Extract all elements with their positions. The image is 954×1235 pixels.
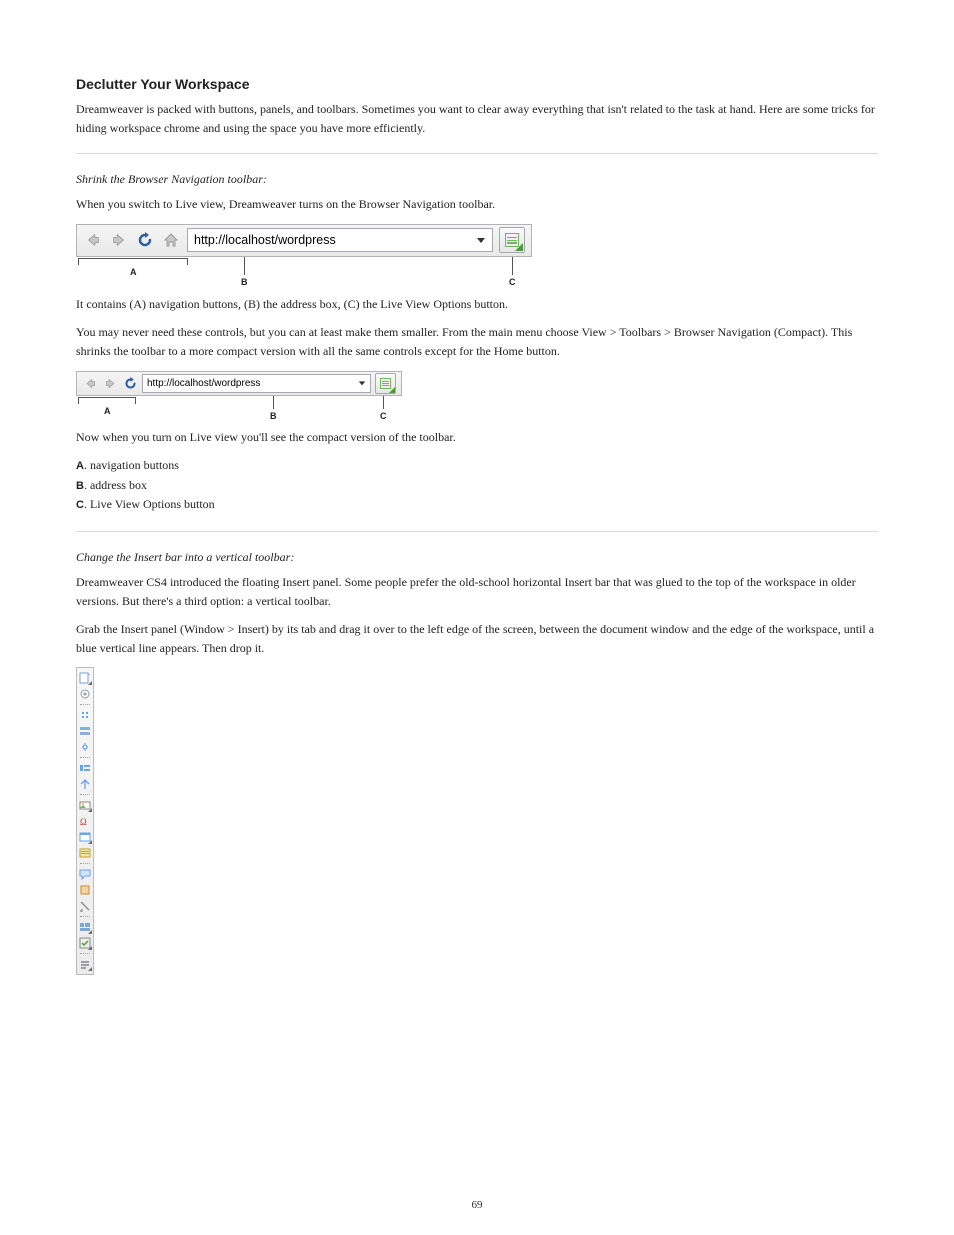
named-anchor-button[interactable] [77, 707, 93, 723]
forward-arrow-icon [105, 378, 116, 389]
callout-label-a-large: A [130, 267, 137, 277]
callouts-large: A B C [76, 257, 532, 287]
table-icon [79, 741, 91, 753]
reload-icon [124, 377, 137, 390]
dropdown-corner-icon [88, 946, 92, 950]
insert-div-icon [79, 762, 91, 774]
home-button[interactable] [161, 230, 181, 250]
subhead-insert-bar: Change the Insert bar into a vertical to… [76, 550, 878, 565]
section-heading-declutter: Declutter Your Workspace [76, 76, 878, 92]
email-link-icon [79, 688, 91, 700]
callout-label-b-large: B [241, 277, 248, 287]
compact-reload-button[interactable] [122, 375, 138, 391]
insert-div-button[interactable] [77, 760, 93, 776]
forward-arrow-icon [112, 233, 126, 247]
dropdown-corner-icon [88, 930, 92, 934]
browser-toolbar-large: http://localhost/wordpress [76, 224, 532, 257]
templates-button[interactable] [77, 919, 93, 935]
script-icon [79, 900, 91, 912]
address-dropdown-icon[interactable] [476, 235, 486, 245]
widget-button[interactable]: Ω [77, 813, 93, 829]
forward-button[interactable] [109, 230, 129, 250]
paragraph-browser-bar-1: When you switch to Live view, Dreamweave… [76, 195, 878, 214]
insert-vertical-toolbar: Ω [76, 667, 94, 975]
dropdown-corner-icon [88, 967, 92, 971]
paragraph-browser-bar-3: Now when you turn on Live view you'll se… [76, 428, 878, 447]
reload-icon [137, 232, 153, 248]
comment-icon [79, 868, 91, 880]
named-anchor-icon [79, 709, 91, 721]
compact-back-button[interactable] [82, 375, 98, 391]
separator-2 [76, 531, 878, 532]
images-icon [79, 778, 91, 790]
callout-label-a-compact: A [104, 406, 111, 416]
page-number: 69 [0, 1199, 954, 1211]
svg-text:Ω: Ω [80, 817, 87, 827]
comment-button[interactable] [77, 866, 93, 882]
figure-browser-toolbar-large: http://localhost/wordpress A B C [76, 224, 878, 287]
head-button[interactable] [77, 882, 93, 898]
address-dropdown-icon[interactable] [358, 379, 366, 387]
home-icon [163, 232, 179, 248]
paragraph-insert-bar-1: Dreamweaver CS4 introduced the floating … [76, 573, 878, 610]
back-arrow-icon [85, 378, 96, 389]
horizontal-rule-icon [79, 725, 91, 737]
reload-button[interactable] [135, 230, 155, 250]
dropdown-corner-icon [88, 681, 92, 685]
email-link-button[interactable] [77, 686, 93, 702]
table-button[interactable] [77, 739, 93, 755]
paragraph-declutter: Dreamweaver is packed with buttons, pane… [76, 100, 878, 137]
more-button[interactable] [77, 956, 93, 972]
address-value-compact: http://localhost/wordpress [147, 378, 260, 389]
caption-large-toolbar: It contains (A) navigation buttons, (B) … [76, 295, 878, 314]
head-icon [79, 884, 91, 896]
figure-browser-toolbar-small: http://localhost/wordpress A B C [76, 371, 878, 420]
server-side-include-icon [79, 847, 91, 859]
script-button[interactable] [77, 898, 93, 914]
callout-label-c-large: C [509, 277, 516, 287]
widget-icon: Ω [79, 815, 91, 827]
browser-toolbar-compact: http://localhost/wordpress [76, 371, 402, 396]
tag-chooser-button[interactable] [77, 935, 93, 951]
subhead-browser-bar: Shrink the Browser Navigation toolbar: [76, 172, 878, 187]
images-button[interactable] [77, 776, 93, 792]
dropdown-corner-icon [88, 808, 92, 812]
server-side-include-button[interactable] [77, 845, 93, 861]
live-view-options-button-large[interactable] [499, 227, 525, 253]
live-view-options-button-compact[interactable] [375, 373, 396, 394]
dropdown-corner-icon [88, 840, 92, 844]
figure-vertical-insert-toolbar: Ω [76, 667, 878, 975]
callout-label-b-compact: B [270, 411, 277, 421]
callout-label-c-compact: C [380, 411, 387, 421]
compact-forward-button[interactable] [102, 375, 118, 391]
horizontal-rule-button[interactable] [77, 723, 93, 739]
hyperlink-button[interactable] [77, 670, 93, 686]
paragraph-insert-bar-2: Grab the Insert panel (Window > Insert) … [76, 620, 878, 657]
callouts-compact: A B C [76, 396, 402, 420]
back-button[interactable] [83, 230, 103, 250]
callout-legend: A. navigation buttons B. address box C. … [76, 456, 878, 515]
address-box-compact[interactable]: http://localhost/wordpress [142, 374, 371, 393]
address-box-large[interactable]: http://localhost/wordpress [187, 228, 493, 252]
back-arrow-icon [86, 233, 100, 247]
separator-1 [76, 153, 878, 154]
paragraph-browser-bar-2: You may never need these controls, but y… [76, 323, 878, 360]
dropdown-corner-icon [515, 243, 523, 251]
media-button[interactable] [77, 797, 93, 813]
address-value-large: http://localhost/wordpress [194, 233, 336, 247]
date-button[interactable] [77, 829, 93, 845]
dropdown-corner-icon [389, 387, 395, 393]
